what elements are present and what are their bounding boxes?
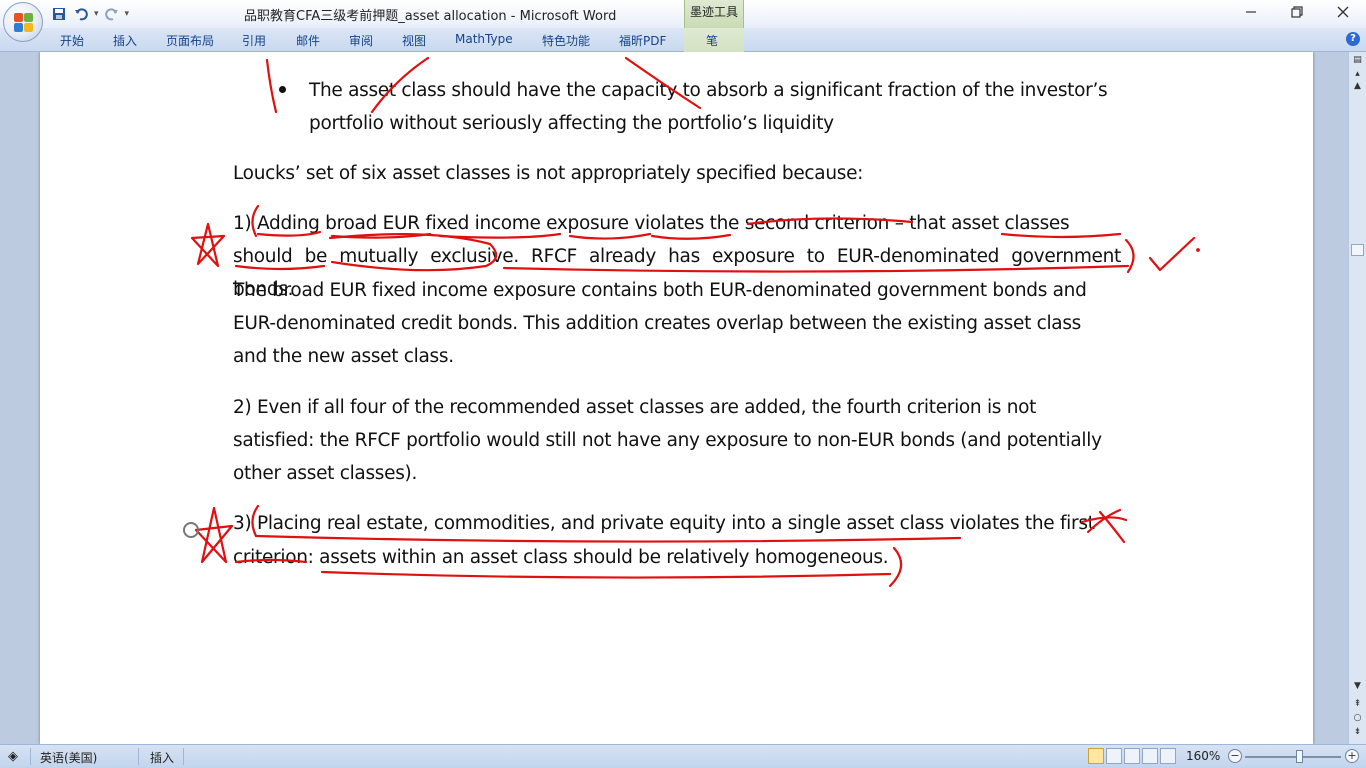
p2-line-3: other asset classes). [233,463,418,484]
p3-line-1: 3) Placing real estate, commodities, and… [233,513,1095,534]
zoom-slider-track[interactable] [1245,756,1341,758]
previous-page-icon[interactable]: ⇞ [1351,698,1364,711]
minimize-icon[interactable] [1228,0,1274,24]
tab-page-layout[interactable]: 页面布局 [166,32,214,49]
tab-references[interactable]: 引用 [242,32,266,49]
select-browse-object-icon[interactable]: ○ [1351,712,1364,725]
bullet-line-1: The asset class should have the capacity… [309,80,1108,101]
tab-review[interactable]: 审阅 [349,32,373,49]
zoom-out-icon[interactable]: − [1228,749,1242,763]
p1-line-1: 1) Adding broad EUR fixed income exposur… [233,213,1070,234]
proofing-icon[interactable]: ◈ [8,749,18,764]
office-logo-icon [14,13,34,33]
close-icon[interactable] [1320,0,1366,24]
quick-access-toolbar: ▾ ▾ [50,4,129,24]
office-button[interactable] [3,2,43,42]
p1-line-5: and the new asset class. [233,346,454,367]
tab-home[interactable]: 开始 [60,32,84,49]
zoom-slider-thumb[interactable] [1296,750,1303,763]
p1-line-3: The broad EUR fixed income exposure cont… [233,280,1087,301]
outline-view-icon[interactable] [1142,748,1158,764]
undo-icon[interactable] [72,5,90,23]
customize-qat-icon[interactable]: ▾ [125,9,130,19]
window-controls [1228,0,1366,24]
status-bar: ◈ 英语(美国) 插入 160% − + [0,744,1366,768]
draft-view-icon[interactable] [1160,748,1176,764]
save-icon[interactable] [50,5,68,23]
scroll-down-icon[interactable]: ▼ [1351,680,1364,693]
tab-special-features[interactable]: 特色功能 [542,32,590,49]
insert-mode-indicator[interactable]: 插入 [150,749,174,766]
web-layout-view-icon[interactable] [1124,748,1140,764]
title-bar: ▾ ▾ 品职教育CFA三级考前押题_asset allocation - Mic… [0,0,1366,42]
p2-line-2: satisfied: the RFCF portfolio would stil… [233,430,1102,451]
tab-insert[interactable]: 插入 [113,32,137,49]
redo-icon[interactable] [103,5,121,23]
language-indicator[interactable]: 英语(美国) [40,749,97,766]
p1-line-4: EUR-denominated credit bonds. This addit… [233,313,1082,334]
full-screen-reading-view-icon[interactable] [1106,748,1122,764]
zoom-level[interactable]: 160% [1186,749,1220,763]
ribbon-tab-bar: 开始 插入 页面布局 引用 邮件 审阅 视图 MathType 特色功能 福昕P… [0,28,1366,52]
tab-view[interactable]: 视图 [402,32,426,49]
intro-paragraph: Loucks’ set of six asset classes is not … [233,163,864,184]
ruler-toggle-icon[interactable]: ▤ [1351,54,1364,67]
bullet-line-2: portfolio without seriously affecting th… [309,113,834,134]
tab-mathtype[interactable]: MathType [455,32,513,46]
document-area: The asset class should have the capacity… [0,52,1348,744]
print-layout-view-icon[interactable] [1088,748,1104,764]
undo-dropdown-icon[interactable]: ▾ [94,9,99,19]
tab-mailings[interactable]: 邮件 [296,32,320,49]
ink-tools-contextual-tab: 墨迹工具 [684,0,744,28]
scroll-thumb[interactable] [1351,244,1364,256]
tab-pen[interactable]: 笔 [706,32,718,49]
zoom-in-icon[interactable]: + [1345,749,1359,763]
help-icon[interactable]: ? [1346,32,1360,46]
p3-line-2: criterion: assets within an asset class … [233,547,889,568]
bullet-icon [279,86,286,93]
scroll-up-icon[interactable]: ▲ [1351,80,1364,93]
next-page-icon[interactable]: ⇟ [1351,726,1364,739]
vertical-scrollbar[interactable]: ▤ ▴ ▲ ▼ ⇞ ○ ⇟ [1348,52,1366,744]
p2-line-1: 2) Even if all four of the recommended a… [233,397,1037,418]
restore-icon[interactable] [1274,0,1320,24]
tab-foxit-pdf[interactable]: 福昕PDF [619,32,666,49]
window-title: 品职教育CFA三级考前押题_asset allocation - Microso… [244,9,617,24]
